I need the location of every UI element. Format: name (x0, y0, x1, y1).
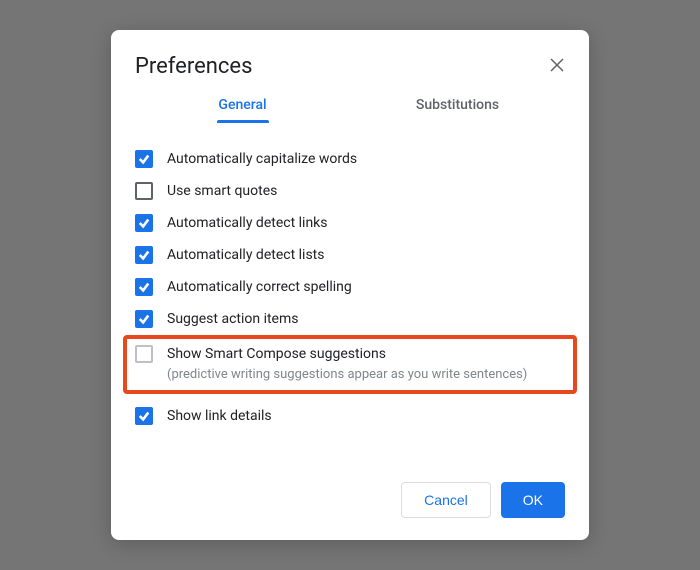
dialog-title: Preferences (135, 54, 565, 79)
option-label: Automatically detect links (167, 214, 328, 232)
check-icon (138, 217, 150, 229)
checkbox-detectlinks[interactable] (135, 214, 153, 232)
close-button[interactable] (543, 52, 571, 80)
option-detectlinks: Automatically detect links (135, 207, 565, 239)
check-icon (138, 313, 150, 325)
check-icon (138, 281, 150, 293)
preferences-dialog: Preferences General Substitutions Automa… (111, 30, 589, 540)
check-icon (138, 249, 150, 261)
option-label: Show link details (167, 407, 272, 425)
option-body: Show Smart Compose suggestions (predicti… (167, 345, 527, 382)
option-capitalize: Automatically capitalize words (135, 143, 565, 175)
option-label: Use smart quotes (167, 182, 277, 200)
close-icon (550, 58, 564, 75)
tabs: General Substitutions (111, 79, 589, 123)
checkbox-linkdetails[interactable] (135, 407, 153, 425)
option-label: Automatically capitalize words (167, 150, 357, 168)
checkbox-spelling[interactable] (135, 278, 153, 296)
option-linkdetails: Show link details (135, 400, 565, 432)
checkbox-smartquotes[interactable] (135, 182, 153, 200)
checkbox-capitalize[interactable] (135, 150, 153, 168)
check-icon (138, 410, 150, 422)
checkbox-smartcompose[interactable] (135, 345, 153, 363)
option-actionitems: Suggest action items (135, 303, 565, 335)
tab-substitutions[interactable]: Substitutions (350, 97, 565, 123)
option-spelling: Automatically correct spelling (135, 271, 565, 303)
highlighted-option: Show Smart Compose suggestions (predicti… (123, 335, 577, 394)
cancel-button[interactable]: Cancel (401, 482, 491, 518)
option-hint: (predictive writing suggestions appear a… (167, 367, 527, 382)
option-label: Suggest action items (167, 310, 298, 328)
checkbox-detectlists[interactable] (135, 246, 153, 264)
option-smartcompose: Show Smart Compose suggestions (predicti… (135, 343, 565, 384)
option-label: Automatically correct spelling (167, 278, 352, 296)
ok-button[interactable]: OK (501, 482, 565, 518)
dialog-footer: Cancel OK (111, 468, 589, 540)
check-icon (138, 153, 150, 165)
option-label: Automatically detect lists (167, 246, 324, 264)
option-label: Show Smart Compose suggestions (167, 345, 527, 363)
tab-general[interactable]: General (135, 97, 350, 123)
option-smartquotes: Use smart quotes (135, 175, 565, 207)
checkbox-actionitems[interactable] (135, 310, 153, 328)
dialog-content: Automatically capitalize words Use smart… (111, 123, 589, 468)
dialog-header: Preferences (111, 30, 589, 79)
option-detectlists: Automatically detect lists (135, 239, 565, 271)
